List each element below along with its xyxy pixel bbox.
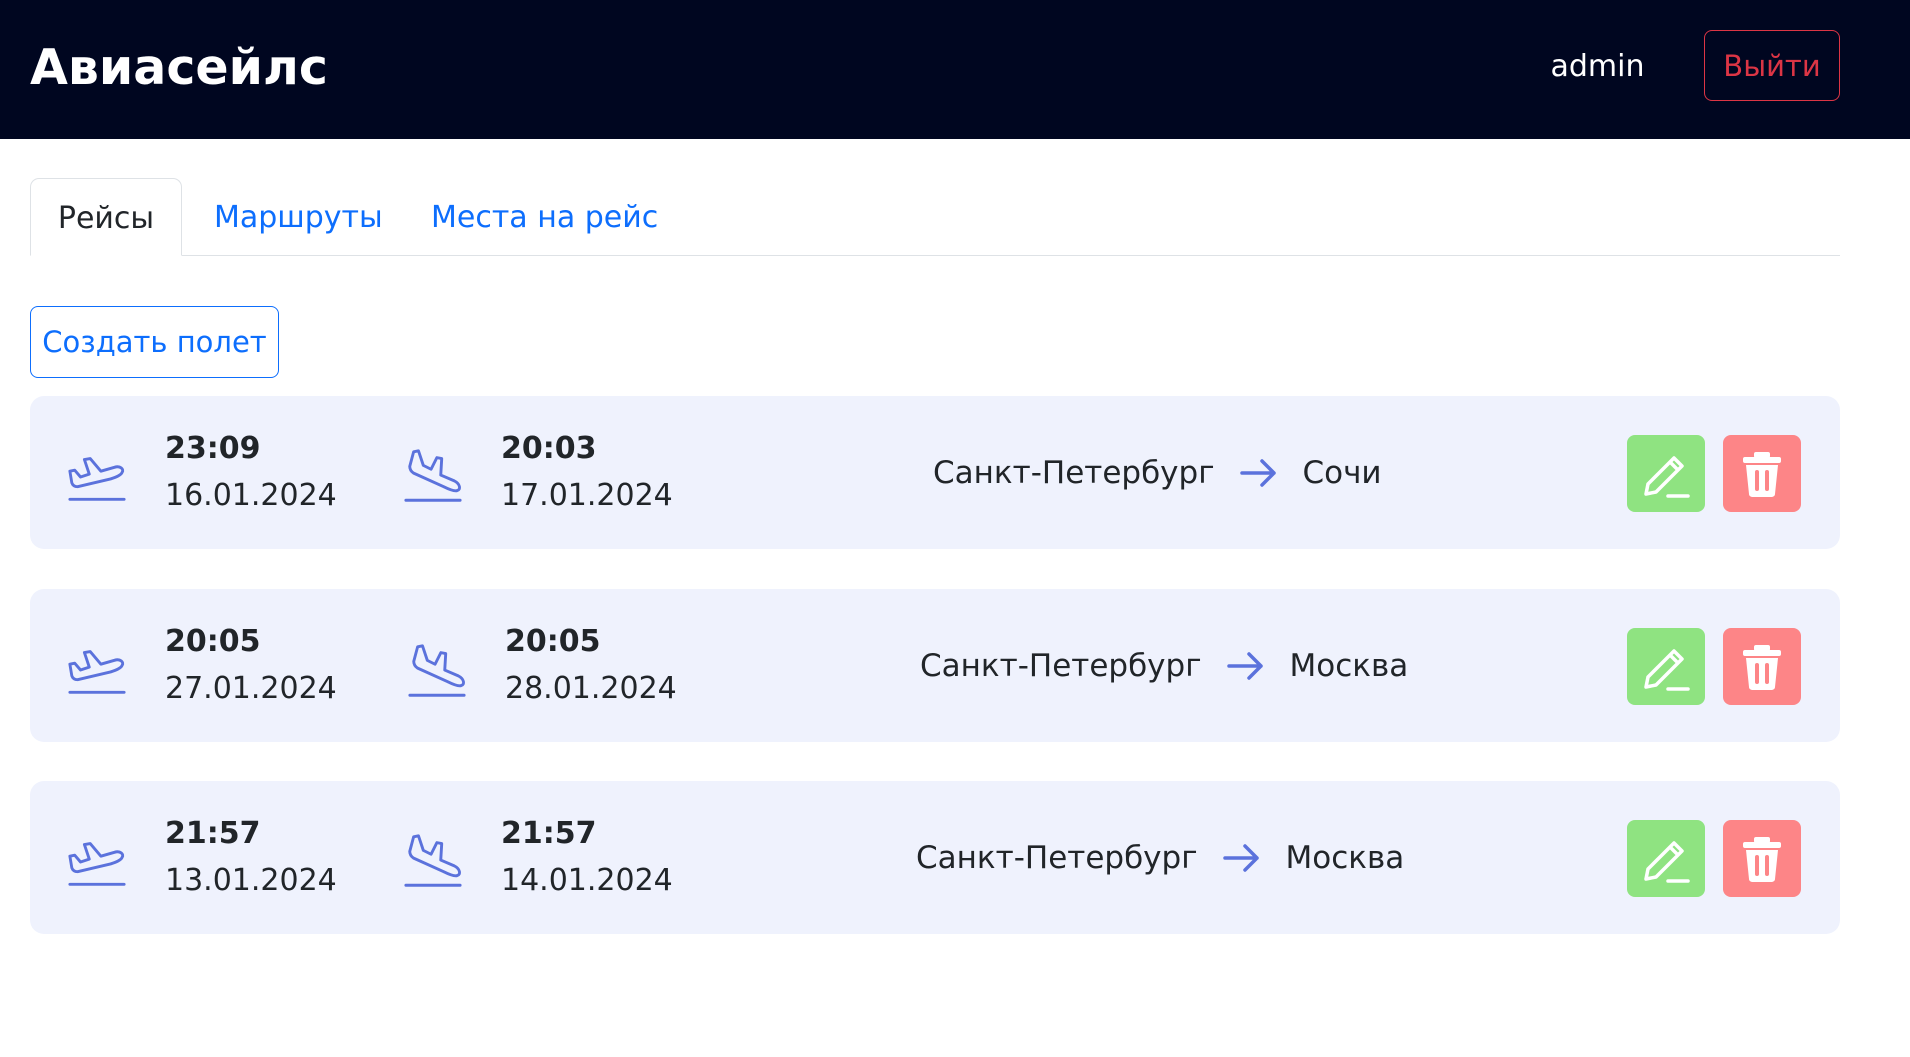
flight-card: 20:05 27.01.2024 20:05 28.01.2024 Санкт-… [30,589,1840,742]
arrival-date: 17.01.2024 [501,478,673,513]
flight-route: Санкт-Петербург Москва [920,589,1408,742]
route-from: Санкт-Петербург [933,454,1215,491]
top-navbar: Авиасейлс admin Выйти [0,0,1910,139]
delete-flight-button[interactable] [1723,435,1801,512]
plane-takeoff-icon [68,457,126,501]
edit-flight-button[interactable] [1627,435,1705,512]
tab-flights[interactable]: Рейсы [30,178,182,256]
flight-card: 21:57 13.01.2024 21:57 14.01.2024 Санкт-… [30,781,1840,934]
brand-logo-text[interactable]: Авиасейлс [30,38,328,98]
trash-icon [1743,836,1781,882]
arrival-time: 20:05 [505,624,601,659]
departure-date: 27.01.2024 [165,671,337,706]
departure-date: 13.01.2024 [165,863,337,898]
plane-landing-icon [408,644,466,697]
route-from: Санкт-Петербург [916,839,1198,876]
arrival-time: 21:57 [501,816,597,851]
departure-date: 16.01.2024 [165,478,337,513]
pencil-icon [1644,648,1690,691]
edit-flight-button[interactable] [1627,820,1705,897]
departure-time: 23:09 [165,431,261,466]
logout-button[interactable]: Выйти [1704,30,1840,101]
arrival-date: 28.01.2024 [505,671,677,706]
route-from: Санкт-Петербург [920,647,1202,684]
arrival-time: 20:03 [501,431,597,466]
plane-takeoff-icon [68,650,126,694]
pencil-icon [1644,840,1690,883]
departure-time: 20:05 [165,624,261,659]
departure-time: 21:57 [165,816,261,851]
delete-flight-button[interactable] [1723,628,1801,705]
trash-icon [1743,451,1781,497]
create-flight-button[interactable]: Создать полет [30,306,279,378]
route-to: Москва [1285,839,1405,876]
arrow-right-icon [1226,651,1263,680]
flight-route: Санкт-Петербург Сочи [933,396,1382,549]
plane-landing-icon [404,449,462,502]
plane-landing-icon [404,834,462,887]
flight-route: Санкт-Петербург Москва [916,781,1404,934]
arrival-date: 14.01.2024 [501,863,673,898]
arrow-right-icon [1222,843,1259,872]
flight-card: 23:09 16.01.2024 20:03 17.01.2024 Санкт-… [30,396,1840,549]
tab-seats[interactable]: Места на рейс [431,178,658,256]
route-to: Сочи [1302,454,1382,491]
delete-flight-button[interactable] [1723,820,1801,897]
tab-routes[interactable]: Маршруты [214,178,383,256]
plane-takeoff-icon [68,842,126,886]
arrow-right-icon [1239,458,1276,487]
route-to: Москва [1289,647,1409,684]
edit-flight-button[interactable] [1627,628,1705,705]
trash-icon [1743,644,1781,690]
username-label: admin [1550,49,1645,84]
pencil-icon [1644,455,1690,498]
